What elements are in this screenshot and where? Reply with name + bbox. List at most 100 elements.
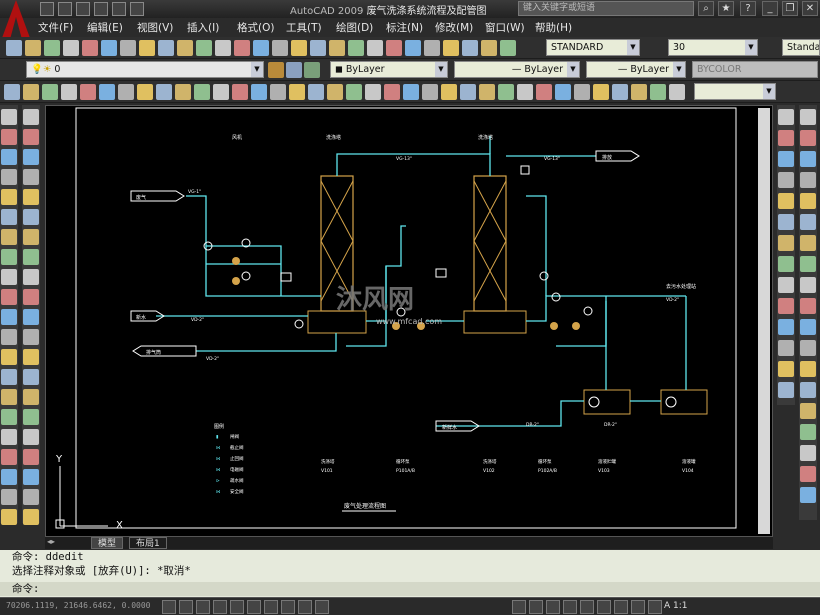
side-tool-icon[interactable] xyxy=(800,151,816,167)
toolbar-tool-icon[interactable] xyxy=(82,40,98,56)
side-tool-icon[interactable] xyxy=(800,424,816,440)
workspace-combo[interactable]: ▼ xyxy=(694,83,776,100)
menu-edit[interactable]: 编辑(E) xyxy=(87,20,123,35)
side-tool-icon[interactable] xyxy=(23,149,39,165)
toolbar-tool-icon[interactable] xyxy=(441,84,457,100)
plotstyle-combo[interactable]: BYCOLOR xyxy=(692,61,818,78)
side-tool-icon[interactable] xyxy=(800,361,816,377)
command-prompt[interactable]: 命令: xyxy=(0,582,820,596)
side-tool-icon[interactable] xyxy=(1,189,17,205)
side-tool-icon[interactable] xyxy=(778,235,794,251)
side-tool-icon[interactable] xyxy=(23,129,39,145)
side-tool-icon[interactable] xyxy=(1,409,17,425)
toolbar-tool-icon[interactable] xyxy=(156,84,172,100)
side-tool-icon[interactable] xyxy=(23,249,39,265)
side-tool-icon[interactable] xyxy=(778,151,794,167)
status-toggle-button[interactable] xyxy=(264,600,278,614)
menu-draw[interactable]: 绘图(D) xyxy=(336,20,373,35)
toolbar-tool-icon[interactable] xyxy=(422,84,438,100)
lineweight-combo[interactable]: — ByLayer ▼ xyxy=(586,61,686,78)
toolbar-tool-icon[interactable] xyxy=(270,84,286,100)
side-tool-icon[interactable] xyxy=(778,319,794,335)
layer-combo[interactable]: 💡☀ 0 ▼ xyxy=(26,61,264,78)
side-tool-icon[interactable] xyxy=(1,289,17,305)
toolbar-tool-icon[interactable] xyxy=(405,40,421,56)
side-tool-icon[interactable] xyxy=(778,340,794,356)
tab-layout1[interactable]: 布局1 xyxy=(129,537,167,549)
command-window[interactable]: 命令: ddedit 选择注释对象或 [放弃(U)]: *取消* 命令: xyxy=(0,550,820,597)
toolbar-tool-icon[interactable] xyxy=(555,84,571,100)
menu-insert[interactable]: 插入(I) xyxy=(187,20,219,35)
side-tool-icon[interactable] xyxy=(23,349,39,365)
help-icon[interactable]: ? xyxy=(740,1,756,16)
toolbar-tool-icon[interactable] xyxy=(386,40,402,56)
toolbar-tool-icon[interactable] xyxy=(139,40,155,56)
side-tool-icon[interactable] xyxy=(800,109,816,125)
toolbar-tool-icon[interactable] xyxy=(329,40,345,56)
side-tool-icon[interactable] xyxy=(1,429,17,445)
toolbar-tool-icon[interactable] xyxy=(384,84,400,100)
search-icon[interactable]: ⌕ xyxy=(698,1,714,16)
status-tool-button[interactable] xyxy=(614,600,628,614)
side-tool-icon[interactable] xyxy=(800,235,816,251)
toolbar-tool-icon[interactable] xyxy=(669,84,685,100)
side-tool-icon[interactable] xyxy=(1,389,17,405)
side-tool-icon[interactable] xyxy=(23,109,39,125)
side-tool-icon[interactable] xyxy=(800,130,816,146)
side-tool-icon[interactable] xyxy=(800,487,816,503)
toolbar-tool-icon[interactable] xyxy=(99,84,115,100)
print-icon[interactable] xyxy=(94,2,108,16)
toolbar-tool-icon[interactable] xyxy=(137,84,153,100)
toolbar-tool-icon[interactable] xyxy=(213,84,229,100)
tab-nav-icon[interactable]: ◂▸ xyxy=(47,537,55,546)
side-tool-icon[interactable] xyxy=(1,249,17,265)
new-icon[interactable] xyxy=(40,2,54,16)
side-tool-icon[interactable] xyxy=(23,489,39,505)
dim-style-combo[interactable]: Standar xyxy=(782,39,820,56)
toolbar-tool-icon[interactable] xyxy=(80,84,96,100)
toolbar-tool-icon[interactable] xyxy=(4,84,20,100)
side-tool-icon[interactable] xyxy=(778,382,794,398)
toolbar-tool-icon[interactable] xyxy=(481,40,497,56)
toolbar-tool-icon[interactable] xyxy=(118,84,134,100)
side-tool-icon[interactable] xyxy=(1,169,17,185)
side-tool-icon[interactable] xyxy=(23,269,39,285)
star-icon[interactable]: ★ xyxy=(718,1,734,16)
side-tool-icon[interactable] xyxy=(23,169,39,185)
toolbar-tool-icon[interactable] xyxy=(650,84,666,100)
toolbar-tool-icon[interactable] xyxy=(158,40,174,56)
toolbar-tool-icon[interactable] xyxy=(177,40,193,56)
toolbar-tool-icon[interactable] xyxy=(291,40,307,56)
toolbar-tool-icon[interactable] xyxy=(120,40,136,56)
side-tool-icon[interactable] xyxy=(1,149,17,165)
side-tool-icon[interactable] xyxy=(800,445,816,461)
toolbar-tool-icon[interactable] xyxy=(460,84,476,100)
side-tool-icon[interactable] xyxy=(800,319,816,335)
text-style-combo[interactable]: STANDARD ▼ xyxy=(546,39,640,56)
menu-format[interactable]: 格式(O) xyxy=(237,20,274,35)
menu-dimension[interactable]: 标注(N) xyxy=(386,20,423,35)
toolbar-tool-icon[interactable] xyxy=(215,40,231,56)
side-tool-icon[interactable] xyxy=(23,329,39,345)
side-tool-icon[interactable] xyxy=(778,277,794,293)
side-tool-icon[interactable] xyxy=(778,193,794,209)
toolbar-tool-icon[interactable] xyxy=(348,40,364,56)
toolbar-tool-icon[interactable] xyxy=(251,84,267,100)
text-height-combo[interactable]: 30 ▼ xyxy=(668,39,758,56)
color-combo[interactable]: ◼ ByLayer ▼ xyxy=(330,61,448,78)
status-toggle-button[interactable] xyxy=(315,600,329,614)
toolbar-tool-icon[interactable] xyxy=(6,40,22,56)
side-tool-icon[interactable] xyxy=(1,129,17,145)
vertical-scrollbar[interactable] xyxy=(758,108,770,534)
toolbar-tool-icon[interactable] xyxy=(462,40,478,56)
toolbar-tool-icon[interactable] xyxy=(443,40,459,56)
annotation-scale[interactable]: A 1:1 xyxy=(664,601,688,611)
side-tool-icon[interactable] xyxy=(23,309,39,325)
status-toggle-button[interactable] xyxy=(281,600,295,614)
side-tool-icon[interactable] xyxy=(23,369,39,385)
make-current-icon[interactable] xyxy=(304,62,320,78)
side-tool-icon[interactable] xyxy=(1,269,17,285)
toolbar-tool-icon[interactable] xyxy=(253,40,269,56)
side-tool-icon[interactable] xyxy=(1,329,17,345)
toolbar-tool-icon[interactable] xyxy=(365,84,381,100)
